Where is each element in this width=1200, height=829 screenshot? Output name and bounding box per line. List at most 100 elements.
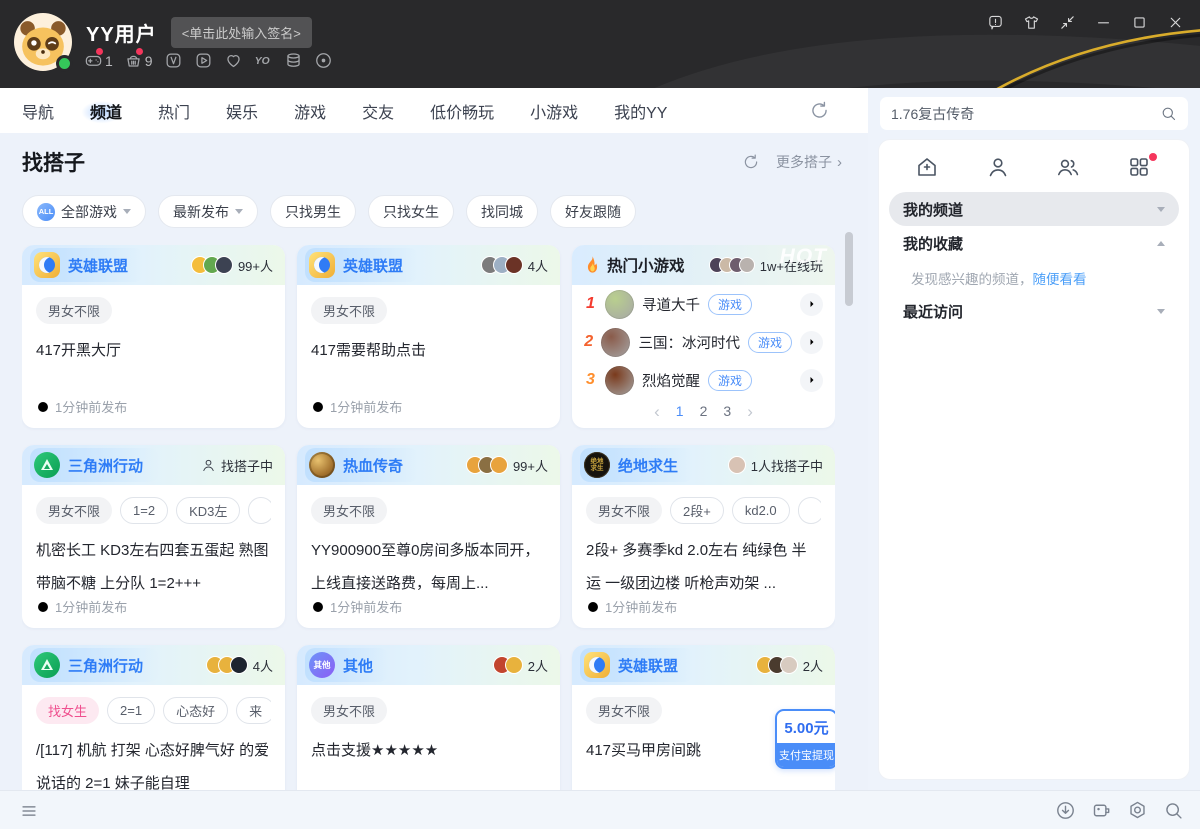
avatar: [490, 456, 508, 474]
tag-pill: kd2.0: [732, 497, 790, 524]
heart-badge[interactable]: [224, 51, 243, 70]
participant-avatars: [206, 656, 248, 674]
game-tab[interactable]: 三角洲行动: [30, 648, 159, 682]
maximize-button[interactable]: [1126, 10, 1152, 34]
controller-badge[interactable]: 1: [84, 51, 113, 70]
gift-badge[interactable]: 9: [124, 51, 153, 70]
sidebar-section-我的频道[interactable]: 我的频道: [889, 192, 1179, 226]
game-tab[interactable]: 英雄联盟: [305, 248, 419, 282]
partner-card-热血传奇[interactable]: 热血传奇99+人男女不限YY900900至尊0房间多版本同开，上线直接送路费，每…: [297, 445, 560, 628]
game-tab[interactable]: 英雄联盟: [580, 648, 694, 682]
filter-chip-最新发布[interactable]: 最新发布: [158, 195, 258, 228]
nav-tab-交友[interactable]: 交友: [362, 99, 394, 123]
rank-number: 3: [584, 371, 597, 389]
sidebar-section-最近访问[interactable]: 最近访问: [889, 294, 1179, 328]
download-icon[interactable]: [1055, 800, 1076, 821]
hot-minigames-card[interactable]: 热门小游戏1w+在线玩HOT1寻道大千游戏2三国：冰河时代游戏3烈焰觉醒游戏‹1…: [572, 245, 835, 428]
svg-text:YO: YO: [254, 56, 269, 67]
partner-card-三角洲行动[interactable]: 三角洲行动找搭子中男女不限1=2KD3左机密长工 KD3左右四套五蛋起 熟图带脑…: [22, 445, 285, 628]
profile-badges: 19 YO: [84, 51, 333, 70]
post-text: YY900900至尊0房间多版本同开，上线直接送路费，每周上...: [311, 534, 546, 600]
refresh-partners-icon[interactable]: [742, 153, 760, 171]
game-tab[interactable]: 其他其他: [305, 648, 389, 682]
nav-tab-小游戏[interactable]: 小游戏: [530, 99, 578, 123]
tag-pill: 男女不限: [586, 497, 662, 524]
chevron-right-button[interactable]: [800, 293, 823, 316]
partner-card-绝地求生[interactable]: 绝地求生绝地求生1人找搭子中男女不限2段+kd2.02段+ 多赛季kd 2.0左…: [572, 445, 835, 628]
game-tab[interactable]: 绝地求生绝地求生: [580, 448, 694, 482]
minigame-avatar: [605, 290, 634, 319]
filter-chip-只找女生[interactable]: 只找女生: [368, 195, 454, 228]
game-tab[interactable]: 三角洲行动: [30, 448, 159, 482]
filter-chip-全部游戏[interactable]: ALL全部游戏: [22, 195, 146, 228]
nav-tab-低价畅玩[interactable]: 低价畅玩: [430, 99, 494, 123]
filter-chip-好友跟随[interactable]: 好友跟随: [550, 195, 636, 228]
game-tab[interactable]: 英雄联盟: [30, 248, 144, 282]
browse-channels-link[interactable]: 随便看看: [1033, 272, 1087, 287]
coins-badge[interactable]: [284, 51, 303, 70]
sidebar-tab-home[interactable]: [915, 155, 941, 181]
tag-row: 男女不限: [311, 497, 546, 524]
page-prev-icon[interactable]: ‹: [654, 403, 660, 420]
nav-tab-我的YY[interactable]: 我的YY: [614, 99, 667, 123]
filter-chip-只找男生[interactable]: 只找男生: [270, 195, 356, 228]
sidebar-tab-user[interactable]: [986, 155, 1012, 181]
user-avatar[interactable]: [14, 13, 72, 71]
partner-card-其他[interactable]: 其他其他2人男女不限点击支援★★★★★: [297, 645, 560, 790]
chevron-right-button[interactable]: [800, 331, 823, 354]
filter-chip-找同城[interactable]: 找同城: [466, 195, 538, 228]
page-1[interactable]: 1: [676, 403, 684, 419]
nav-tab-频道[interactable]: 频道: [90, 99, 122, 123]
partner-card-英雄联盟[interactable]: 英雄联盟2人男女不限417买马甲房间跳5.00元支付宝提现: [572, 645, 835, 790]
search-icon[interactable]: [1163, 800, 1184, 821]
signature-input[interactable]: <单击此处输入签名>: [171, 17, 312, 48]
page-next-icon[interactable]: ›: [747, 403, 753, 420]
game-name: 英雄联盟: [68, 255, 128, 276]
tag-pill: 来: [236, 697, 271, 724]
refresh-icon[interactable]: [809, 100, 830, 121]
close-button[interactable]: [1162, 10, 1188, 34]
page-3[interactable]: 3: [723, 403, 731, 419]
minimize-button[interactable]: [1090, 10, 1116, 34]
play-box-badge[interactable]: [194, 51, 213, 70]
sidebar-section-我的收藏[interactable]: 我的收藏: [889, 226, 1179, 260]
minigame-row-烈焰觉醒[interactable]: 3烈焰觉醒游戏: [572, 361, 835, 399]
withdraw-badge[interactable]: 5.00元支付宝提现: [775, 709, 835, 769]
chevron-right-button[interactable]: [800, 369, 823, 392]
mini-mode-button[interactable]: [1054, 10, 1080, 34]
tag-pill: 男女不限: [36, 297, 112, 324]
game-icon-other: 其他: [309, 652, 335, 678]
feedback-button[interactable]: [982, 10, 1008, 34]
game-tab[interactable]: 热血传奇: [305, 448, 419, 482]
discover-hint: 发现感兴趣的频道，随便看看: [889, 262, 1179, 294]
username[interactable]: YY用户: [86, 18, 157, 47]
v-box-badge[interactable]: [164, 51, 183, 70]
target-badge[interactable]: [314, 51, 333, 70]
settings-icon[interactable]: [1127, 800, 1148, 821]
game-name: 英雄联盟: [343, 255, 403, 276]
partner-card-英雄联盟[interactable]: 英雄联盟4人男女不限417需要帮助点击1分钟前发布: [297, 245, 560, 428]
minigame-row-寻道大千[interactable]: 1寻道大千游戏: [572, 285, 835, 323]
sidebar-tab-grid[interactable]: [1127, 155, 1153, 181]
card-header: 其他其他2人: [297, 645, 560, 685]
yo-badge[interactable]: YO: [254, 51, 273, 70]
minigame-row-三国：冰河时代[interactable]: 2三国：冰河时代游戏: [572, 323, 835, 361]
channel-search-input[interactable]: 1.76复古传奇: [880, 97, 1188, 130]
rank-number: 1: [584, 295, 597, 313]
search-icon[interactable]: [1160, 105, 1177, 122]
sidebar-tab-users[interactable]: [1056, 155, 1082, 181]
nav-tab-导航[interactable]: 导航: [22, 99, 54, 123]
menu-icon[interactable]: [20, 802, 38, 818]
nav-tab-热门[interactable]: 热门: [158, 99, 190, 123]
page-2[interactable]: 2: [700, 403, 708, 419]
participant-avatars: [756, 656, 798, 674]
partner-card-三角洲行动[interactable]: 三角洲行动4人找女生2=1心态好来/[117] 机航 打架 心态好脾气好 的爱说…: [22, 645, 285, 790]
partner-card-英雄联盟[interactable]: 英雄联盟99+人男女不限417开黑大厅1分钟前发布: [22, 245, 285, 428]
theme-button[interactable]: [1018, 10, 1044, 34]
more-partners-link[interactable]: 更多搭子 ›: [776, 152, 842, 172]
nav-tab-游戏[interactable]: 游戏: [294, 99, 326, 123]
plugin-icon[interactable]: [1091, 800, 1112, 821]
nav-tab-娱乐[interactable]: 娱乐: [226, 99, 258, 123]
game-icon-legend: [309, 452, 335, 478]
scrollbar-thumb[interactable]: [845, 232, 853, 306]
